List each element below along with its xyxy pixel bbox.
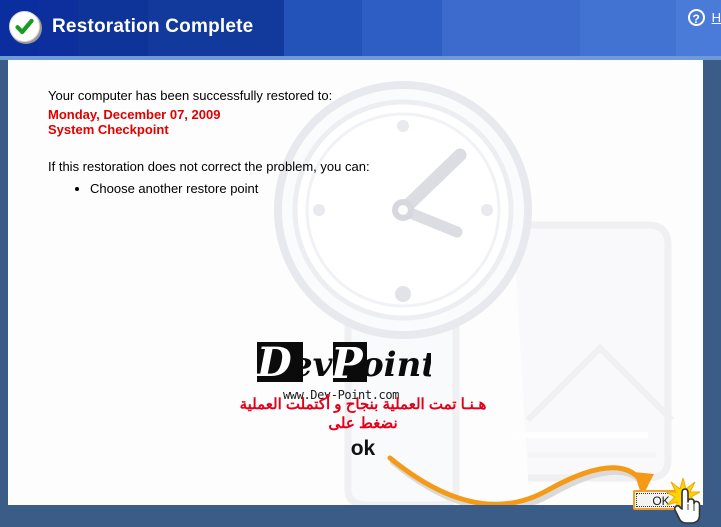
svg-text:P: P <box>330 339 364 388</box>
ok-button[interactable]: OK <box>633 490 689 510</box>
advice-text: If this restoration does not correct the… <box>48 159 370 174</box>
annotation-line-2: نضغط على <box>328 415 398 432</box>
header-band <box>580 0 676 56</box>
svg-text:oint: oint <box>361 345 431 385</box>
restore-type-text: System Checkpoint <box>48 122 169 137</box>
annotation-line-3: ok <box>350 437 376 460</box>
question-mark-icon[interactable]: ? <box>687 9 705 26</box>
ok-button-label: OK <box>652 494 670 508</box>
annotation-line-1: هـنـا تمت العملية بنجاح و أكتملت العملية <box>239 396 487 413</box>
list-item[interactable]: Choose another restore point <box>90 180 258 197</box>
svg-text:D: D <box>256 339 292 386</box>
help-link[interactable]: H <box>712 10 721 25</box>
page-title: Restoration Complete <box>52 16 254 37</box>
devpoint-logo-icon: D ev P oint <box>256 339 437 388</box>
restore-wizard-window: Restoration Complete ? H Your computer h… <box>0 0 721 527</box>
header-band <box>284 0 362 56</box>
green-check-circle-icon <box>9 11 43 45</box>
annotation-block: هـنـا تمت العملية بنجاح و أكتملت العملية… <box>188 395 538 461</box>
content-pane: Your computer has been successfully rest… <box>8 60 703 505</box>
intro-text: Your computer has been successfully rest… <box>48 88 333 103</box>
window-header: Restoration Complete ? H <box>0 0 721 56</box>
help-group[interactable]: ? H <box>687 9 721 26</box>
header-band <box>442 0 580 56</box>
restore-date-text: Monday, December 07, 2009 <box>48 107 221 122</box>
options-list: Choose another restore point <box>68 180 258 197</box>
header-band <box>362 0 442 56</box>
svg-text:ev: ev <box>291 345 334 385</box>
